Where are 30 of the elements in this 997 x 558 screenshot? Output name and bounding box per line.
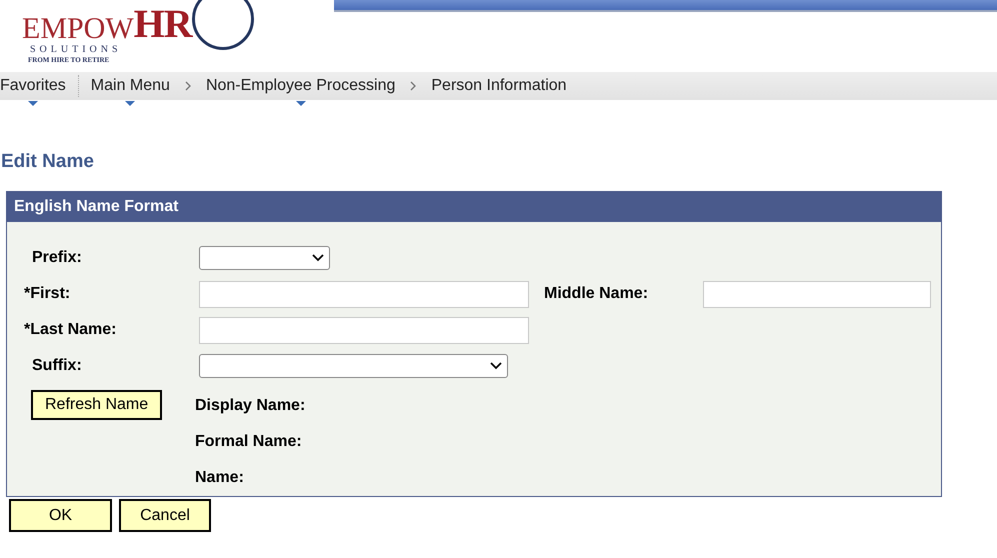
display-label: Formal Name: — [195, 432, 303, 452]
field-label: *First: — [24, 284, 70, 304]
logo-wordmark-accent: HR — [134, 4, 192, 44]
breadcrumb-chevron-icon — [184, 81, 192, 91]
page-title: Edit Name — [1, 150, 95, 174]
input-field[interactable] — [703, 280, 931, 308]
field-label: Prefix: — [31, 248, 82, 268]
nav-link[interactable]: Person Information — [431, 74, 567, 98]
field-label: Middle Name: — [543, 284, 648, 304]
nav-link[interactable]: Non-Employee Processing — [206, 74, 396, 98]
nav-link[interactable]: Main Menu — [90, 74, 170, 98]
display-label: Display Name: — [195, 396, 306, 416]
action-button[interactable]: Cancel — [119, 499, 211, 532]
select-field[interactable] — [199, 246, 330, 270]
breadcrumb-chevron-icon — [409, 81, 418, 91]
chevron-down-icon — [490, 362, 502, 370]
chevron-down-icon — [312, 254, 324, 262]
action-button[interactable]: OK — [9, 499, 112, 532]
input-field[interactable] — [199, 280, 529, 308]
select-field[interactable] — [199, 354, 508, 378]
logo-wordmark: EMPOW — [22, 14, 134, 44]
field-label: *Last Name: — [24, 320, 116, 340]
nav-link[interactable]: Favorites — [0, 74, 66, 98]
input-field[interactable] — [199, 316, 529, 344]
logo-tagline: SOLUTIONS — [29, 44, 123, 55]
display-label: Name: — [195, 468, 245, 488]
refresh-name-button[interactable]: Refresh Name — [31, 390, 162, 420]
panel-header: English Name Format — [7, 192, 941, 222]
logo-ring-icon — [192, 0, 254, 50]
field-label: Suffix: — [31, 356, 82, 376]
